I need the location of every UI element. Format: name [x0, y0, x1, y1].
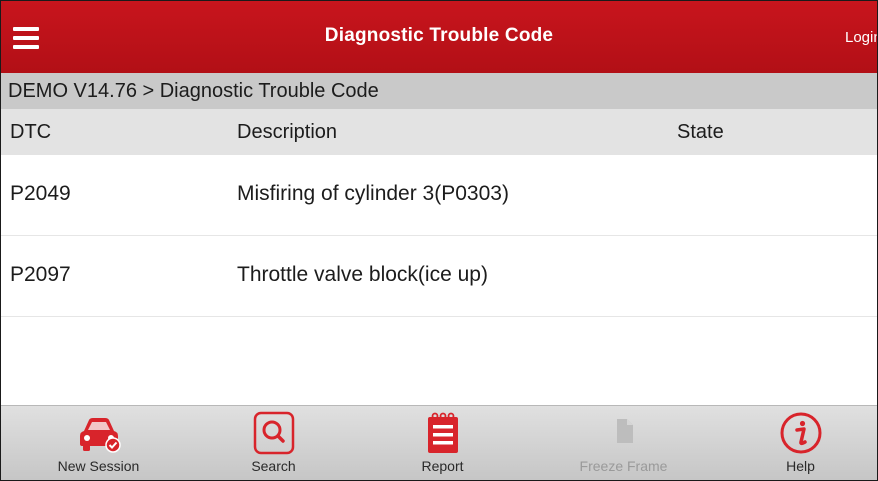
table-header: DTC Description State	[1, 109, 877, 155]
new-session-button[interactable]: New Session	[11, 406, 186, 480]
dtc-description: Misfiring of cylinder 3(P0303)	[237, 182, 509, 205]
help-label: Help	[786, 458, 815, 474]
car-icon	[79, 418, 121, 453]
search-button[interactable]: Search	[186, 406, 361, 480]
report-label: Report	[421, 458, 464, 474]
report-button[interactable]: Report	[355, 406, 530, 480]
bottom-toolbar: New Session Search Report Freeze Frame H…	[1, 405, 877, 480]
freeze-frame-label: Freeze Frame	[579, 458, 668, 474]
column-header-description: Description	[237, 121, 338, 143]
search-label: Search	[251, 458, 296, 474]
dtc-code: P2049	[10, 182, 71, 205]
help-icon	[780, 412, 821, 454]
app-window: Diagnostic Trouble Code Login DEMO V14.7…	[0, 0, 878, 481]
breadcrumb: DEMO V14.76 > Diagnostic Trouble Code	[1, 73, 877, 109]
table-row[interactable]: P2049 Misfiring of cylinder 3(P0303)	[1, 155, 877, 236]
page-title: Diagnostic Trouble Code	[324, 25, 554, 46]
login-link[interactable]: Login	[845, 29, 877, 46]
title-bar: Diagnostic Trouble Code Login	[1, 1, 877, 73]
table-row[interactable]: P2097 Throttle valve block(ice up)	[1, 236, 877, 317]
search-icon	[253, 411, 294, 455]
freeze-frame-icon	[616, 419, 633, 443]
freeze-frame-button: Freeze Frame	[536, 406, 711, 480]
column-header-state: State	[677, 121, 724, 143]
dtc-description: Throttle valve block(ice up)	[237, 263, 488, 286]
help-button[interactable]: Help	[713, 406, 877, 480]
column-header-dtc: DTC	[10, 121, 52, 143]
report-icon	[427, 412, 458, 453]
new-session-label: New Session	[57, 458, 140, 474]
dtc-code: P2097	[10, 263, 71, 286]
